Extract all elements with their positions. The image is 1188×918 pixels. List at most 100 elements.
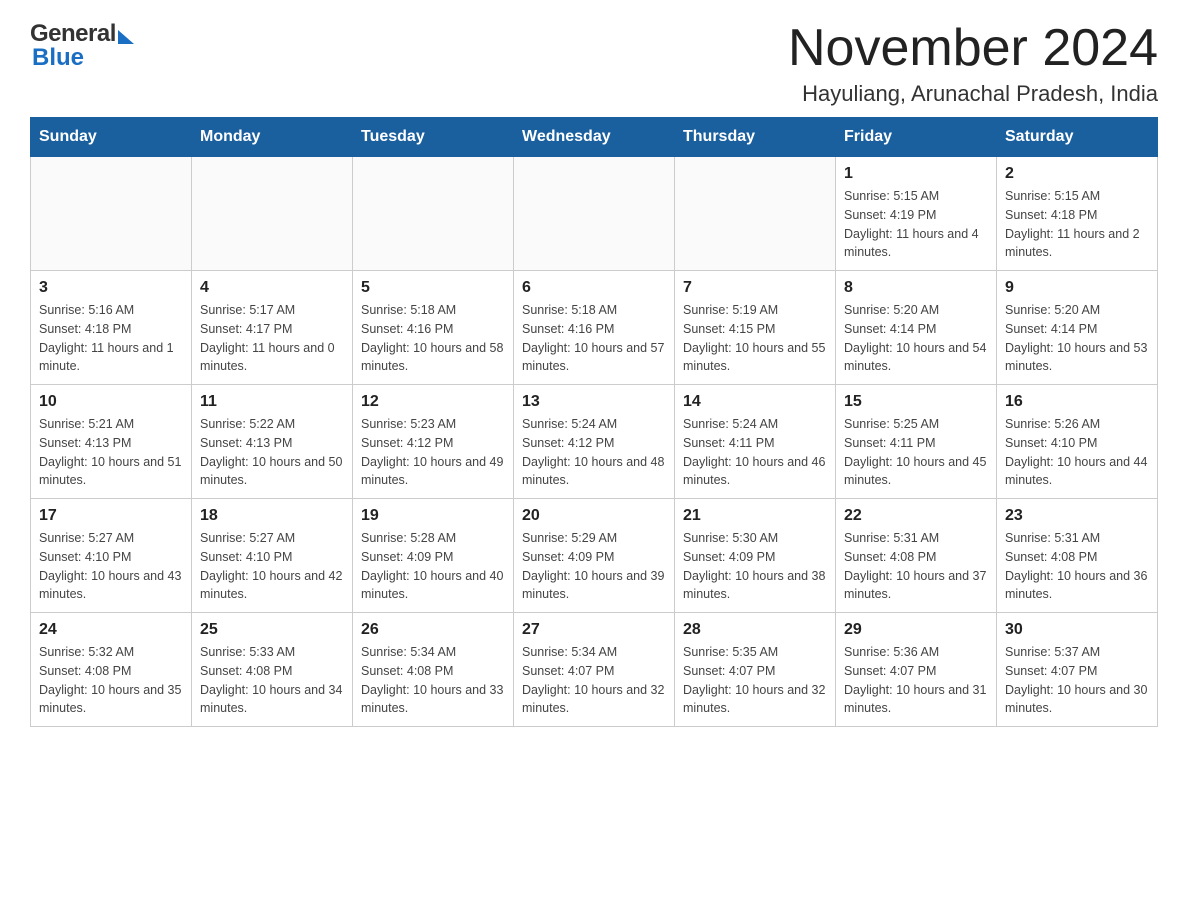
day-number: 29 [844,621,988,639]
calendar-cell: 7 Sunrise: 5:19 AM Sunset: 4:15 PM Daylig… [675,271,836,385]
calendar-week-row: 17 Sunrise: 5:27 AM Sunset: 4:10 PM Dayli… [31,499,1158,613]
day-info: Sunrise: 5:20 AM Sunset: 4:14 PM Dayligh… [844,301,988,376]
day-number: 22 [844,507,988,525]
calendar-cell [31,157,192,271]
day-number: 20 [522,507,666,525]
subtitle: Hayuliang, Arunachal Pradesh, India [788,81,1158,107]
calendar-cell: 14 Sunrise: 5:24 AM Sunset: 4:11 PM Dayli… [675,385,836,499]
calendar-cell: 6 Sunrise: 5:18 AM Sunset: 4:16 PM Daylig… [514,271,675,385]
calendar-day-header: Wednesday [514,118,675,157]
day-info: Sunrise: 5:15 AM Sunset: 4:18 PM Dayligh… [1005,187,1149,262]
calendar-cell: 4Sunrise: 5:17 AM Sunset: 4:17 PM Daylig… [192,271,353,385]
calendar: SundayMondayTuesdayWednesdayThursdayFrid… [30,117,1158,727]
day-number: 10 [39,393,183,411]
day-info: Sunrise: 5:28 AM Sunset: 4:09 PM Dayligh… [361,529,505,604]
calendar-day-header: Thursday [675,118,836,157]
calendar-day-header: Sunday [31,118,192,157]
day-info: Sunrise: 5:34 AM Sunset: 4:08 PM Dayligh… [361,643,505,718]
day-number: 17 [39,507,183,525]
day-number: 16 [1005,393,1149,411]
day-info: Sunrise: 5:24 AM Sunset: 4:11 PM Dayligh… [683,415,827,490]
day-number: 25 [200,621,344,639]
day-number: 6 [522,279,666,297]
calendar-week-row: 1 Sunrise: 5:15 AM Sunset: 4:19 PM Daylig… [31,157,1158,271]
day-info: Sunrise: 5:35 AM Sunset: 4:07 PM Dayligh… [683,643,827,718]
day-number: 8 [844,279,988,297]
day-number: 15 [844,393,988,411]
day-info: Sunrise: 5:23 AM Sunset: 4:12 PM Dayligh… [361,415,505,490]
calendar-cell: 21 Sunrise: 5:30 AM Sunset: 4:09 PM Dayli… [675,499,836,613]
calendar-cell: 17 Sunrise: 5:27 AM Sunset: 4:10 PM Dayli… [31,499,192,613]
calendar-week-row: 24 Sunrise: 5:32 AM Sunset: 4:08 PM Dayli… [31,613,1158,727]
day-number: 2 [1005,165,1149,183]
calendar-day-header: Tuesday [353,118,514,157]
day-number: 14 [683,393,827,411]
calendar-cell: 16 Sunrise: 5:26 AM Sunset: 4:10 PM Dayli… [997,385,1158,499]
day-number: 11 [200,393,344,411]
day-number: 21 [683,507,827,525]
calendar-cell: 26 Sunrise: 5:34 AM Sunset: 4:08 PM Dayli… [353,613,514,727]
day-number: 5 [361,279,505,297]
day-number: 7 [683,279,827,297]
calendar-week-row: 3 Sunrise: 5:16 AM Sunset: 4:18 PM Daylig… [31,271,1158,385]
day-info: Sunrise: 5:20 AM Sunset: 4:14 PM Dayligh… [1005,301,1149,376]
calendar-cell: 3 Sunrise: 5:16 AM Sunset: 4:18 PM Daylig… [31,271,192,385]
calendar-cell: 28 Sunrise: 5:35 AM Sunset: 4:07 PM Dayli… [675,613,836,727]
header: General Blue November 2024 Hayuliang, Ar… [30,20,1158,107]
day-info: Sunrise: 5:37 AM Sunset: 4:07 PM Dayligh… [1005,643,1149,718]
calendar-cell: 22Sunrise: 5:31 AM Sunset: 4:08 PM Dayli… [836,499,997,613]
day-info: Sunrise: 5:26 AM Sunset: 4:10 PM Dayligh… [1005,415,1149,490]
day-info: Sunrise: 5:31 AM Sunset: 4:08 PM Dayligh… [1005,529,1149,604]
day-info: Sunrise: 5:21 AM Sunset: 4:13 PM Dayligh… [39,415,183,490]
day-info: Sunrise: 5:29 AM Sunset: 4:09 PM Dayligh… [522,529,666,604]
main-title: November 2024 [788,20,1158,77]
day-number: 9 [1005,279,1149,297]
day-info: Sunrise: 5:34 AM Sunset: 4:07 PM Dayligh… [522,643,666,718]
day-info: Sunrise: 5:22 AM Sunset: 4:13 PM Dayligh… [200,415,344,490]
day-number: 24 [39,621,183,639]
day-number: 18 [200,507,344,525]
calendar-cell [192,157,353,271]
day-number: 13 [522,393,666,411]
calendar-cell: 1 Sunrise: 5:15 AM Sunset: 4:19 PM Daylig… [836,157,997,271]
day-info: Sunrise: 5:19 AM Sunset: 4:15 PM Dayligh… [683,301,827,376]
calendar-cell: 25 Sunrise: 5:33 AM Sunset: 4:08 PM Dayli… [192,613,353,727]
logo-arrow-icon [118,30,134,44]
calendar-week-row: 10 Sunrise: 5:21 AM Sunset: 4:13 PM Dayli… [31,385,1158,499]
calendar-cell: 27 Sunrise: 5:34 AM Sunset: 4:07 PM Dayli… [514,613,675,727]
day-number: 27 [522,621,666,639]
calendar-cell: 5 Sunrise: 5:18 AM Sunset: 4:16 PM Daylig… [353,271,514,385]
day-number: 12 [361,393,505,411]
calendar-header-row: SundayMondayTuesdayWednesdayThursdayFrid… [31,118,1158,157]
calendar-cell: 24 Sunrise: 5:32 AM Sunset: 4:08 PM Dayli… [31,613,192,727]
calendar-cell [514,157,675,271]
day-number: 3 [39,279,183,297]
day-info: Sunrise: 5:18 AM Sunset: 4:16 PM Dayligh… [361,301,505,376]
logo: General Blue [30,20,134,72]
day-info: Sunrise: 5:32 AM Sunset: 4:08 PM Dayligh… [39,643,183,718]
day-info: Sunrise: 5:27 AM Sunset: 4:10 PM Dayligh… [39,529,183,604]
calendar-day-header: Saturday [997,118,1158,157]
day-info: Sunrise: 5:17 AM Sunset: 4:17 PM Dayligh… [200,301,344,376]
calendar-cell: 20 Sunrise: 5:29 AM Sunset: 4:09 PM Dayli… [514,499,675,613]
calendar-cell: 30Sunrise: 5:37 AM Sunset: 4:07 PM Dayli… [997,613,1158,727]
calendar-cell: 18 Sunrise: 5:27 AM Sunset: 4:10 PM Dayli… [192,499,353,613]
day-info: Sunrise: 5:27 AM Sunset: 4:10 PM Dayligh… [200,529,344,604]
day-info: Sunrise: 5:25 AM Sunset: 4:11 PM Dayligh… [844,415,988,490]
day-info: Sunrise: 5:16 AM Sunset: 4:18 PM Dayligh… [39,301,183,376]
calendar-day-header: Friday [836,118,997,157]
calendar-cell [675,157,836,271]
day-info: Sunrise: 5:18 AM Sunset: 4:16 PM Dayligh… [522,301,666,376]
day-info: Sunrise: 5:30 AM Sunset: 4:09 PM Dayligh… [683,529,827,604]
calendar-cell: 9 Sunrise: 5:20 AM Sunset: 4:14 PM Daylig… [997,271,1158,385]
day-info: Sunrise: 5:24 AM Sunset: 4:12 PM Dayligh… [522,415,666,490]
calendar-cell: 15 Sunrise: 5:25 AM Sunset: 4:11 PM Dayli… [836,385,997,499]
day-number: 1 [844,165,988,183]
day-info: Sunrise: 5:33 AM Sunset: 4:08 PM Dayligh… [200,643,344,718]
day-info: Sunrise: 5:15 AM Sunset: 4:19 PM Dayligh… [844,187,988,262]
calendar-cell: 29Sunrise: 5:36 AM Sunset: 4:07 PM Dayli… [836,613,997,727]
calendar-cell: 10 Sunrise: 5:21 AM Sunset: 4:13 PM Dayli… [31,385,192,499]
title-area: November 2024 Hayuliang, Arunachal Prade… [788,20,1158,107]
day-number: 28 [683,621,827,639]
day-number: 26 [361,621,505,639]
